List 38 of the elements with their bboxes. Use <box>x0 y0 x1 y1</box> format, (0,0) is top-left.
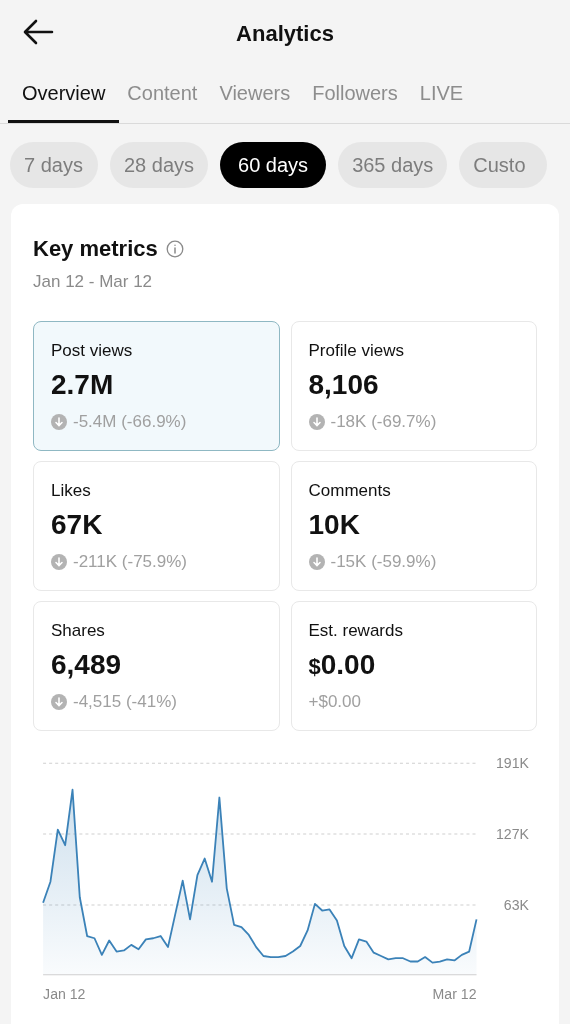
metric-label: Profile views <box>308 339 405 362</box>
metric-value: 2.7M <box>51 368 114 402</box>
x-tick-label: Jan 12 <box>43 985 86 1002</box>
section-title: Key metrics <box>33 235 158 263</box>
metric-tile[interactable]: Shares 6,489 -4,515 (-41%) <box>33 600 280 731</box>
x-tick-label: Mar 12 <box>432 985 477 1002</box>
y-tick-label: 127K <box>496 825 529 842</box>
metric-label: Likes <box>51 479 92 502</box>
metric-value: 6,489 <box>51 648 122 682</box>
tab[interactable]: Overview <box>8 66 120 123</box>
metric-change: -5.4M (-66.9%) <box>73 411 187 433</box>
metric-change: -4,515 (-41%) <box>73 691 177 713</box>
info-icon[interactable] <box>165 239 184 258</box>
metric-tile[interactable]: Post views 2.7M -5.4M (-66.9%) <box>33 320 280 451</box>
range-chip[interactable]: 60 days <box>220 142 327 188</box>
metric-change: -15K (-59.9%) <box>330 551 437 573</box>
back-button[interactable] <box>22 18 54 46</box>
metric-value: 10K <box>308 508 360 542</box>
currency-sign: $ <box>308 653 321 681</box>
metric-tile[interactable]: Est. rewards $0.00 +$0.00 <box>290 600 537 731</box>
metric-value: 0.00 <box>320 648 376 682</box>
metric-label: Est. rewards <box>308 619 404 642</box>
metric-tile[interactable]: Likes 67K -211K (-75.9%) <box>33 460 280 591</box>
metric-value: 8,106 <box>308 368 379 402</box>
metric-value: 67K <box>51 508 103 542</box>
y-tick-label: 63K <box>503 896 529 913</box>
metric-tile[interactable]: Comments 10K -15K (-59.9%) <box>290 460 537 591</box>
back-arrow-icon <box>22 18 54 46</box>
date-range: Jan 12 - Mar 12 <box>33 271 154 293</box>
metric-change: -211K (-75.9%) <box>73 551 187 573</box>
metric-change: -18K (-69.7%) <box>330 411 437 433</box>
metric-tile[interactable]: Profile views 8,106 -18K (-69.7%) <box>290 320 537 451</box>
page-title: Analytics <box>236 19 334 48</box>
metric-label: Post views <box>51 339 134 362</box>
metric-label: Shares <box>51 619 106 642</box>
metric-change: +$0.00 <box>308 691 361 713</box>
y-tick-label: 191K <box>496 754 529 771</box>
metric-label: Comments <box>308 479 392 502</box>
